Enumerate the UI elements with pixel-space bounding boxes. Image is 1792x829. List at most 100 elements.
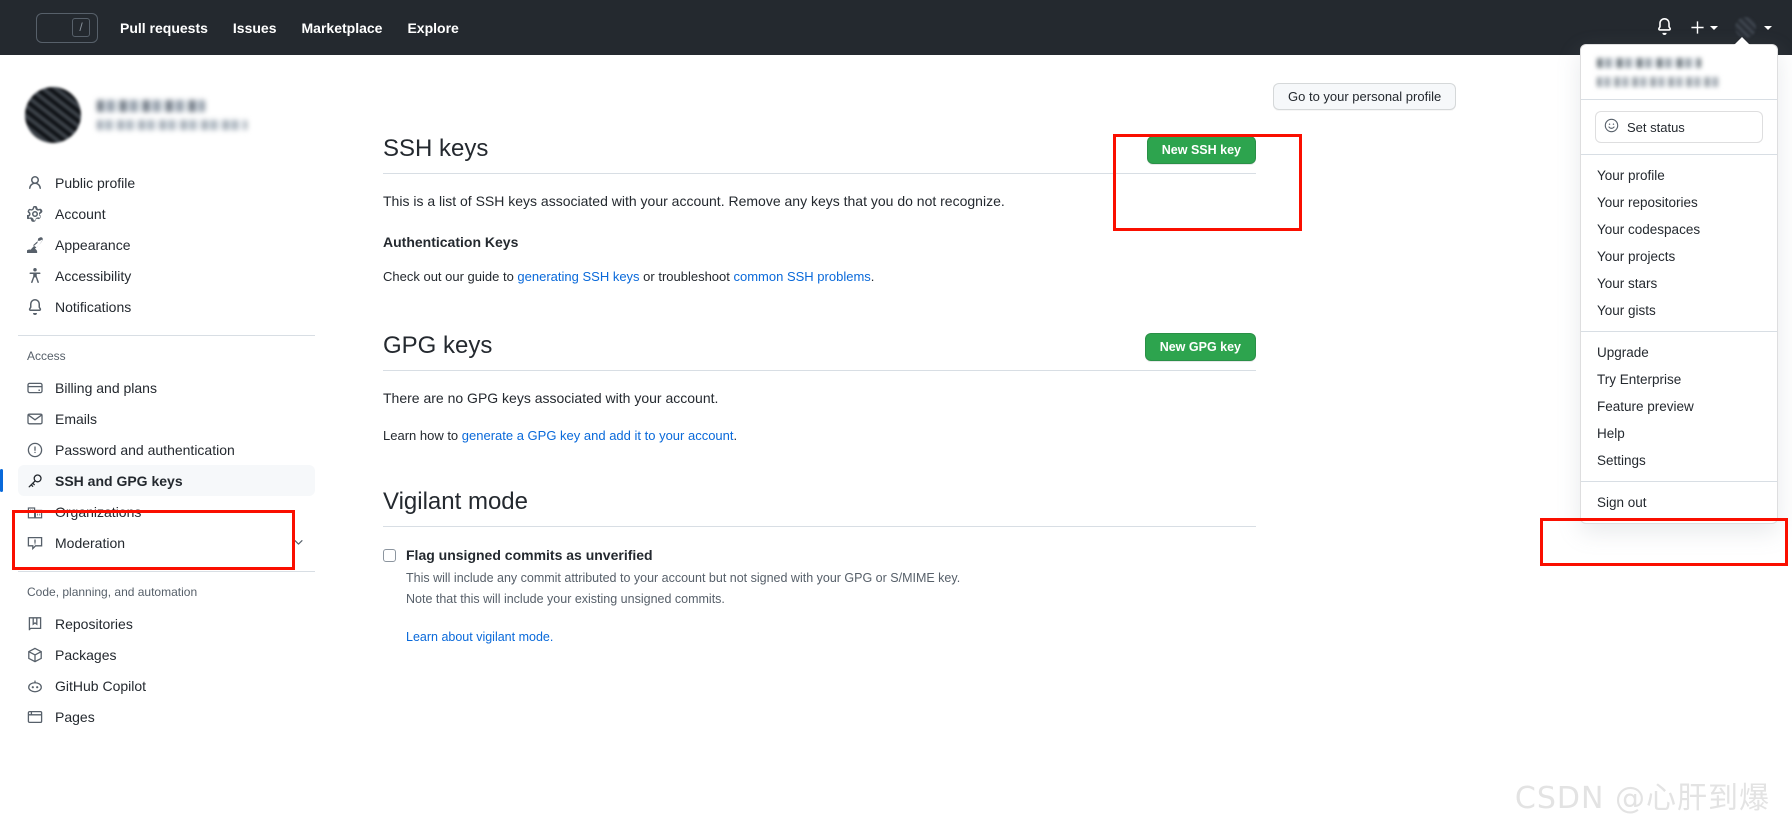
vigilant-mode-title: Vigilant mode: [383, 488, 528, 515]
avatar: [25, 87, 81, 143]
set-status-row: Set status: [1581, 100, 1777, 154]
user-menu-name-redacted: [1597, 58, 1701, 68]
person-icon: [27, 175, 43, 191]
menu-item-sign-out[interactable]: Sign out: [1581, 489, 1777, 516]
menu-item-your-repositories[interactable]: Your repositories: [1581, 189, 1777, 216]
sidebar-item-label: GitHub Copilot: [55, 677, 147, 694]
sidebar-item-appearance[interactable]: Appearance: [18, 229, 315, 260]
sidebar-item-label: Billing and plans: [55, 379, 157, 396]
new-gpg-key-button[interactable]: New GPG key: [1144, 332, 1256, 361]
new-ssh-key-button[interactable]: New SSH key: [1146, 136, 1256, 164]
sidebar-item-password-and-authentication[interactable]: Password and authentication: [18, 434, 315, 465]
generating-ssh-keys-link[interactable]: generating SSH keys: [517, 269, 639, 284]
chevron-down-icon: [1710, 25, 1718, 30]
repo-icon: [27, 616, 43, 632]
menu-item-your-codespaces[interactable]: Your codespaces: [1581, 216, 1777, 243]
package-icon: [27, 647, 43, 663]
menu-item-your-projects[interactable]: Your projects: [1581, 243, 1777, 270]
user-menu-identity-redacted: [1581, 45, 1777, 99]
menu-item-your-gists[interactable]: Your gists: [1581, 297, 1777, 324]
menu-item-upgrade[interactable]: Upgrade: [1581, 339, 1777, 366]
sidebar-item-label: Moderation: [55, 534, 126, 551]
settings-sidebar: Public profile Account Appearance Access…: [0, 55, 333, 829]
user-dropdown-menu: Set status Your profile Your repositorie…: [1580, 44, 1778, 524]
ssh-keys-body: This is a list of SSH keys associated wi…: [383, 191, 1256, 287]
sidebar-item-label: Public profile: [55, 174, 136, 191]
ssh-keys-description: This is a list of SSH keys associated wi…: [383, 193, 1005, 209]
set-status-button[interactable]: Set status: [1595, 111, 1763, 143]
gear-icon: [25, 205, 43, 222]
chevron-down-icon[interactable]: [292, 536, 305, 549]
vigilant-mode-section: Vigilant mode Flag unsigned commits as u…: [383, 487, 1256, 644]
report-icon: [27, 535, 43, 551]
menu-item-settings[interactable]: Settings: [1581, 447, 1777, 474]
user-menu-group-signout: Sign out: [1581, 482, 1777, 523]
sidebar-item-repositories[interactable]: Repositories: [18, 608, 315, 639]
ssh-guide-middle: or troubleshoot: [639, 269, 734, 284]
menu-item-try-enterprise[interactable]: Try Enterprise: [1581, 366, 1777, 393]
github-logo-icon[interactable]: [0, 10, 28, 46]
nav-pull-requests[interactable]: Pull requests: [120, 20, 208, 36]
nav-explore[interactable]: Explore: [407, 20, 458, 36]
flag-unsigned-commits-checkbox[interactable]: [383, 549, 396, 562]
sidebar-profile[interactable]: [25, 87, 333, 143]
sidebar-item-label: Notifications: [55, 298, 132, 315]
sidebar-item-notifications[interactable]: Notifications: [18, 291, 315, 322]
profile-handle-redacted: [97, 120, 247, 130]
nav-issues[interactable]: Issues: [233, 20, 277, 36]
ssh-keys-header: SSH keys New SSH key: [383, 134, 1256, 174]
sidebar-item-label: Accessibility: [55, 267, 132, 284]
learn-about-vigilant-mode-link[interactable]: Learn about vigilant mode.: [406, 630, 553, 644]
user-menu-group-primary: Your profile Your repositories Your code…: [1581, 155, 1777, 331]
gpg-learn-line: Learn how to generate a GPG key and add …: [383, 426, 1256, 446]
create-new-menu[interactable]: [1690, 20, 1718, 35]
sidebar-item-label: Packages: [55, 646, 117, 663]
vigilant-checkbox-row[interactable]: Flag unsigned commits as unverified This…: [383, 547, 1256, 644]
avatar[interactable]: [1735, 17, 1756, 38]
sidebar-item-pages[interactable]: Pages: [18, 701, 315, 732]
bell-icon[interactable]: [1656, 18, 1673, 37]
bell-icon: [27, 298, 43, 315]
page-title: SSH keys: [383, 135, 489, 162]
sidebar-item-account[interactable]: Account: [18, 198, 315, 229]
common-ssh-problems-link[interactable]: common SSH problems: [734, 269, 871, 284]
gpg-keys-title: GPG keys: [383, 331, 493, 359]
search-input[interactable]: /: [36, 12, 98, 43]
sidebar-item-emails[interactable]: Emails: [18, 403, 315, 434]
sidebar-item-accessibility[interactable]: Accessibility: [18, 260, 315, 291]
sidebar-item-moderation[interactable]: Moderation: [18, 527, 315, 558]
sidebar-divider: [18, 571, 315, 572]
sidebar-item-label: Password and authentication: [55, 441, 235, 458]
generate-gpg-key-link[interactable]: generate a GPG key and add it to your ac…: [462, 428, 734, 443]
menu-item-your-profile[interactable]: Your profile: [1581, 162, 1777, 189]
sidebar-item-label: Appearance: [55, 236, 131, 253]
search-shortcut-key: /: [72, 18, 90, 37]
sidebar-item-label: Account: [55, 205, 106, 222]
menu-item-help[interactable]: Help: [1581, 420, 1777, 447]
sidebar-group-access: Billing and plans Emails Password and au…: [0, 372, 333, 558]
sidebar-group-code: Repositories Packages GitHub Copilot Pag…: [18, 608, 333, 732]
sidebar-item-public-profile[interactable]: Public profile: [18, 167, 315, 198]
menu-item-feature-preview[interactable]: Feature preview: [1581, 393, 1777, 420]
sidebar-item-label: Emails: [55, 410, 98, 427]
go-to-personal-profile-button[interactable]: Go to your personal profile: [1273, 83, 1457, 110]
chevron-down-icon: [1764, 25, 1772, 30]
sidebar-item-label: Pages: [55, 708, 95, 725]
header-actions: [1656, 17, 1774, 38]
menu-item-your-stars[interactable]: Your stars: [1581, 270, 1777, 297]
sidebar-item-billing-and-plans[interactable]: Billing and plans: [18, 372, 315, 403]
gpg-learn-prefix: Learn how to: [383, 427, 462, 443]
gpg-keys-section: GPG keys New GPG key There are no GPG ke…: [383, 331, 1256, 446]
copilot-icon: [27, 678, 43, 694]
nav-marketplace[interactable]: Marketplace: [302, 20, 383, 36]
shield-lock-icon: [27, 442, 43, 458]
mail-icon: [27, 411, 43, 427]
sidebar-item-organizations[interactable]: Organizations: [18, 496, 315, 527]
ssh-guide-line: Check out our guide to generating SSH ke…: [383, 267, 1256, 287]
key-icon: [27, 473, 43, 489]
browser-icon: [27, 709, 43, 725]
vigilant-note-line-2: Note that this will include your existin…: [406, 592, 725, 607]
sidebar-item-packages[interactable]: Packages: [18, 639, 315, 670]
sidebar-item-github-copilot[interactable]: GitHub Copilot: [18, 670, 315, 701]
sidebar-item-ssh-and-gpg-keys[interactable]: SSH and GPG keys: [0, 465, 315, 496]
